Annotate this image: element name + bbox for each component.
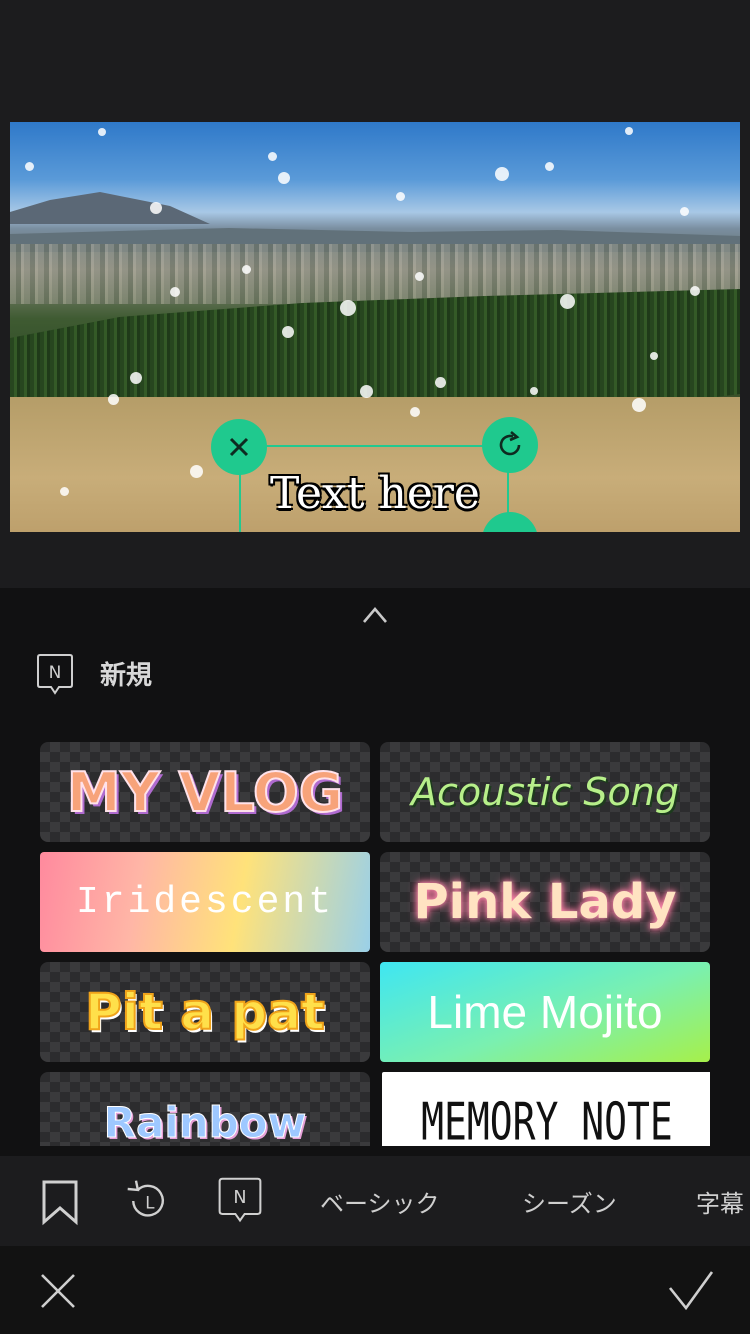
snow-particle <box>25 162 34 171</box>
new-badge-icon: N <box>37 654 73 695</box>
rotate-handle[interactable] <box>482 417 538 473</box>
template-card[interactable]: Iridescent <box>40 852 370 952</box>
template-label: Acoustic Song <box>410 770 680 814</box>
recent-icon[interactable]: L <box>124 1176 172 1226</box>
snow-particle <box>415 272 424 281</box>
snow-particle <box>150 202 162 214</box>
snow-particle <box>278 172 290 184</box>
template-card[interactable]: Lime Mojito <box>380 962 710 1062</box>
template-card[interactable]: Acoustic Song <box>380 742 710 842</box>
recent-letter: L <box>145 1193 155 1212</box>
mountain <box>10 192 210 224</box>
overlay-text[interactable]: Text here <box>250 468 500 519</box>
template-label: MY VLOG <box>66 760 344 825</box>
snow-particle <box>268 152 277 161</box>
snow-particle <box>495 167 509 181</box>
tab-basic[interactable]: ベーシック <box>320 1184 440 1219</box>
section-title: 新規 <box>100 661 153 691</box>
snow-particle <box>650 352 658 360</box>
template-label: Lime Mojito <box>427 986 663 1038</box>
template-label: Pink Lady <box>413 874 677 930</box>
snow-particle <box>410 407 420 417</box>
snow-particle <box>680 207 689 216</box>
new-badge-icon[interactable]: N <box>216 1176 264 1226</box>
template-label: Rainbow <box>103 1097 307 1146</box>
preview-bottom-margin <box>10 532 740 588</box>
template-grid: MY VLOG Acoustic Song Iridescent Pink La… <box>40 742 710 1146</box>
snow-particle <box>396 192 405 201</box>
snow-particle <box>340 300 356 316</box>
template-card[interactable]: MEMORY NOTE <box>382 1072 710 1146</box>
template-card[interactable]: Pit a pat <box>40 962 370 1062</box>
template-label: MEMORY NOTE <box>421 1092 673 1146</box>
close-icon <box>229 437 249 457</box>
snow-particle <box>190 465 203 478</box>
snow-particle <box>435 377 446 388</box>
badge-letter: N <box>233 1188 246 1208</box>
delete-handle[interactable] <box>211 419 267 475</box>
template-card[interactable]: MY VLOG <box>40 742 370 842</box>
tab-subtitle[interactable]: 字幕 <box>696 1184 744 1219</box>
snow-particle <box>130 372 142 384</box>
chevron-up-icon[interactable] <box>360 600 390 630</box>
template-label: Iridescent <box>75 880 335 924</box>
snow-particle <box>60 487 69 496</box>
snow-particle <box>690 286 700 296</box>
rotate-icon <box>499 431 521 456</box>
snow-particle <box>282 326 294 338</box>
template-card[interactable]: Rainbow <box>40 1072 370 1146</box>
template-card[interactable]: Pink Lady <box>380 852 710 952</box>
bookmark-icon[interactable] <box>36 1176 84 1226</box>
snow-particle <box>545 162 554 171</box>
action-bar <box>0 1246 750 1334</box>
snow-particle <box>632 398 646 412</box>
snow-particle <box>360 385 373 398</box>
snow-particle <box>98 128 106 136</box>
snow-particle <box>625 127 633 135</box>
close-icon[interactable] <box>40 1273 76 1309</box>
template-label: Pit a pat <box>84 982 326 1042</box>
checkmark-icon[interactable] <box>668 1270 714 1310</box>
snow-particle <box>108 394 119 405</box>
snow-particle <box>560 294 575 309</box>
snow-particle <box>530 387 538 395</box>
tab-season[interactable]: シーズン <box>522 1184 617 1219</box>
snow-particle <box>242 265 251 274</box>
badge-letter: N <box>49 663 62 683</box>
snow-particle <box>170 287 180 297</box>
